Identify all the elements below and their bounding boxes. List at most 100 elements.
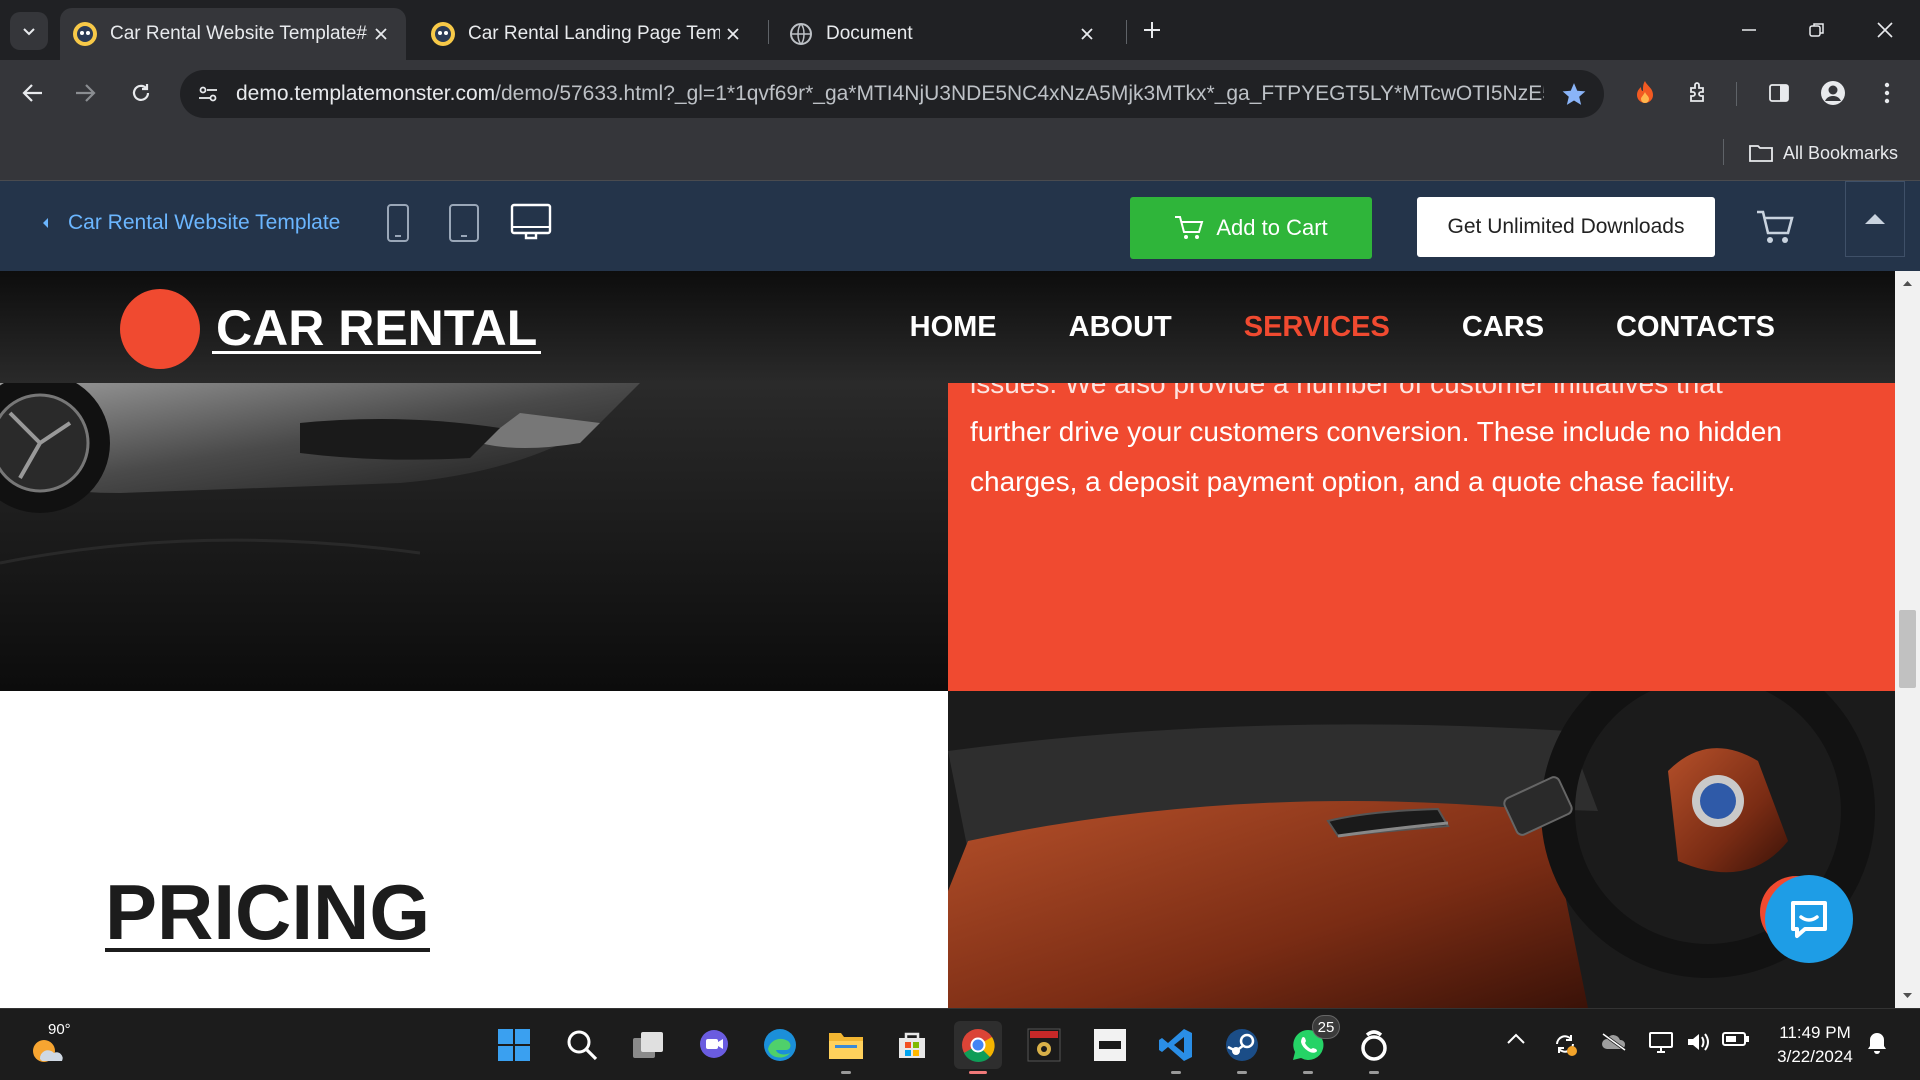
- page-scrollbar[interactable]: [1895, 271, 1920, 1008]
- pes-game-button[interactable]: [1020, 1021, 1068, 1069]
- microsoft-store-button[interactable]: [888, 1021, 936, 1069]
- forward-button[interactable]: [62, 70, 108, 116]
- notifications-button[interactable]: [1866, 1031, 1888, 1055]
- start-button[interactable]: [490, 1021, 538, 1069]
- bookmarks-separator: [1723, 139, 1724, 165]
- get-unlimited-downloads-button[interactable]: Get Unlimited Downloads: [1417, 197, 1715, 257]
- website-viewport: issues. We also provide a number of cust…: [0, 271, 1895, 1008]
- chrome-menu-icon[interactable]: [1866, 72, 1908, 114]
- pricing-title: PRICING: [105, 868, 431, 956]
- tab-car-rental-template[interactable]: Car Rental Website Template#5: [60, 8, 406, 60]
- store-icon: [899, 1032, 925, 1058]
- back-to-template-link[interactable]: Car Rental Website Template: [40, 211, 340, 235]
- volume-tray-icon[interactable]: [1686, 1031, 1712, 1053]
- nav-contacts[interactable]: CONTACTS: [1616, 311, 1775, 344]
- teams-chat-button[interactable]: [690, 1021, 738, 1069]
- car-front-illustration: [0, 383, 948, 691]
- reload-button[interactable]: [118, 70, 164, 116]
- url-host: demo.templatemonster.com: [236, 82, 496, 105]
- chevron-up-icon: [1507, 1033, 1525, 1044]
- scrollbar-thumb[interactable]: [1899, 610, 1916, 688]
- minimize-button[interactable]: [1724, 10, 1774, 50]
- sync-tray-icon[interactable]: [1552, 1031, 1578, 1057]
- add-to-cart-button[interactable]: Add to Cart: [1130, 197, 1372, 259]
- side-panel-icon[interactable]: [1758, 72, 1800, 114]
- steam-button[interactable]: [1218, 1021, 1266, 1074]
- live-chat-button[interactable]: [1765, 875, 1853, 963]
- running-indicator: [1369, 1071, 1379, 1074]
- tab-document[interactable]: Document: [776, 8, 1112, 60]
- new-tab-button[interactable]: [1136, 14, 1168, 46]
- desktop-view-button[interactable]: [510, 203, 552, 243]
- file-explorer-button[interactable]: [822, 1021, 870, 1074]
- edge-icon: [764, 1029, 796, 1061]
- scroll-down-icon[interactable]: [1902, 992, 1913, 1000]
- nav-home[interactable]: HOME: [910, 311, 997, 344]
- tab-title: Car Rental Landing Page Templ: [468, 23, 720, 44]
- edge-button[interactable]: [756, 1021, 804, 1069]
- collapse-bar-button[interactable]: [1845, 181, 1905, 257]
- site-logo[interactable]: CAR RENTAL: [120, 289, 542, 369]
- tab-title: Car Rental Website Template#5: [110, 23, 368, 44]
- restore-button[interactable]: [1792, 10, 1842, 50]
- bell-icon: [1868, 1033, 1886, 1054]
- close-tab-icon[interactable]: [368, 21, 394, 47]
- address-bar[interactable]: demo.templatemonster.com/demo/57633.html…: [180, 70, 1604, 118]
- cloud-icon: [1602, 1032, 1626, 1052]
- extensions-puzzle-icon[interactable]: [1678, 72, 1720, 114]
- services-panel: issues. We also provide a number of cust…: [948, 368, 1895, 691]
- teams-chat-icon: [700, 1030, 728, 1058]
- car-interior-illustration: [948, 691, 1895, 1008]
- vscode-button[interactable]: [1152, 1021, 1200, 1074]
- logo-text: CAR RENTAL: [212, 303, 542, 354]
- minimize-icon: [1742, 29, 1756, 31]
- tab-strip: Car Rental Website Template#5 Car Rental…: [0, 0, 1920, 60]
- search-button[interactable]: [558, 1021, 606, 1069]
- pes-game-icon: [1027, 1028, 1061, 1062]
- all-bookmarks-button[interactable]: All Bookmarks: [1749, 137, 1898, 169]
- show-hidden-icons-button[interactable]: [1506, 1031, 1526, 1045]
- scroll-up-icon[interactable]: [1902, 279, 1913, 287]
- globe-icon: [790, 23, 812, 45]
- profile-avatar-icon[interactable]: [1812, 72, 1854, 114]
- search-icon: [567, 1030, 598, 1061]
- tab-car-rental-landing[interactable]: Car Rental Landing Page Templ: [418, 8, 758, 60]
- url-text: demo.templatemonster.com/demo/57633.html…: [236, 82, 1544, 106]
- network-tray-icon[interactable]: [1648, 1031, 1674, 1055]
- fifa-game-button[interactable]: [1086, 1021, 1134, 1069]
- whatsapp-button[interactable]: 25: [1284, 1015, 1340, 1074]
- tm-cart-button[interactable]: [1755, 209, 1799, 249]
- close-tab-icon[interactable]: [1074, 21, 1100, 47]
- caret-up-icon: [1865, 214, 1885, 224]
- nav-about[interactable]: ABOUT: [1069, 311, 1172, 344]
- close-window-button[interactable]: [1860, 10, 1910, 50]
- tablet-view-button[interactable]: [448, 203, 480, 243]
- battery-tray-icon[interactable]: [1722, 1031, 1750, 1047]
- obs-button[interactable]: [1350, 1021, 1398, 1074]
- arrow-right-icon: [76, 84, 96, 102]
- running-indicator: [1171, 1071, 1181, 1074]
- weather-widget[interactable]: 90°: [28, 1021, 78, 1067]
- bookmark-star-icon[interactable]: [1544, 81, 1604, 107]
- close-tab-icon[interactable]: [720, 21, 746, 47]
- task-view-button[interactable]: [624, 1021, 672, 1069]
- close-icon: [1877, 22, 1893, 38]
- clock[interactable]: 11:49 PM 3/22/2024: [1770, 1021, 1860, 1069]
- extension-fire-icon[interactable]: [1624, 72, 1666, 114]
- nav-cars[interactable]: CARS: [1462, 311, 1544, 344]
- add-to-cart-label: Add to Cart: [1216, 215, 1328, 240]
- site-info-icon[interactable]: [180, 83, 236, 105]
- mobile-view-button[interactable]: [386, 203, 410, 243]
- back-button[interactable]: [10, 70, 56, 116]
- bookmarks-bar: All Bookmarks: [0, 125, 1920, 181]
- tab-search-button[interactable]: [10, 12, 48, 50]
- car-interior-image: [948, 691, 1895, 1008]
- onedrive-tray-icon[interactable]: [1600, 1031, 1628, 1053]
- nav-services[interactable]: SERVICES: [1244, 311, 1390, 344]
- windows-taskbar: 90° 25 11:49 PM 3/22/2024: [0, 1008, 1920, 1080]
- weather-temp: 90°: [48, 1021, 71, 1038]
- fifa-game-icon: [1094, 1029, 1126, 1061]
- chrome-button[interactable]: [954, 1021, 1002, 1074]
- tablet-icon: [449, 204, 479, 242]
- battery-icon: [1722, 1032, 1749, 1046]
